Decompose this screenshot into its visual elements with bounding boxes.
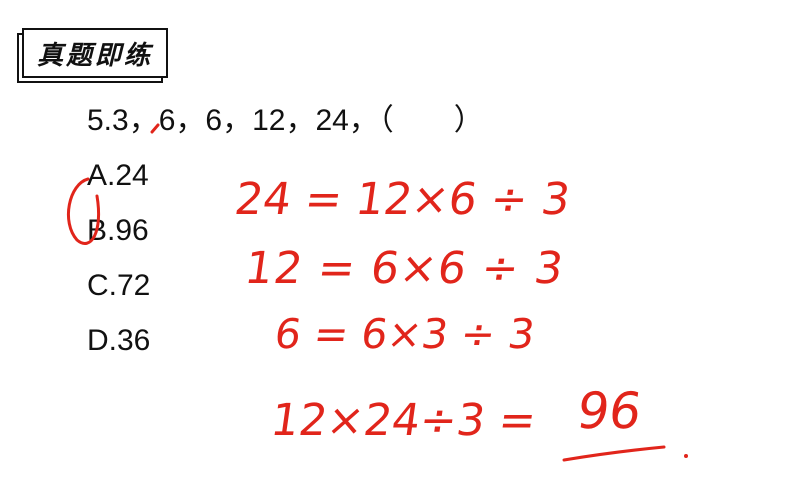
ink-dot — [684, 454, 688, 458]
title-badge: 真题即练 — [22, 28, 168, 78]
option-b-label: B.96 — [87, 214, 149, 247]
title-badge-label: 真题即练 — [36, 40, 153, 71]
option-c-label: C.72 — [87, 269, 151, 302]
handwritten-line-3: 6 = 6×3 ÷ 3 — [271, 310, 538, 358]
option-d-label: D.36 — [87, 324, 151, 357]
question-stem: 5.3，6，6，12，24，（ ） — [87, 104, 484, 137]
handwritten-line-2: 12 = 6×6 ÷ 3 — [241, 243, 568, 294]
handwritten-line-1: 24 = 12×6 ÷ 3 — [231, 174, 574, 225]
option-a-label: A.24 — [87, 159, 149, 192]
handwritten-final-expression: 12×24÷3 = — [267, 395, 540, 446]
handwritten-final-result: 96 — [573, 382, 646, 440]
result-underline — [562, 445, 666, 462]
